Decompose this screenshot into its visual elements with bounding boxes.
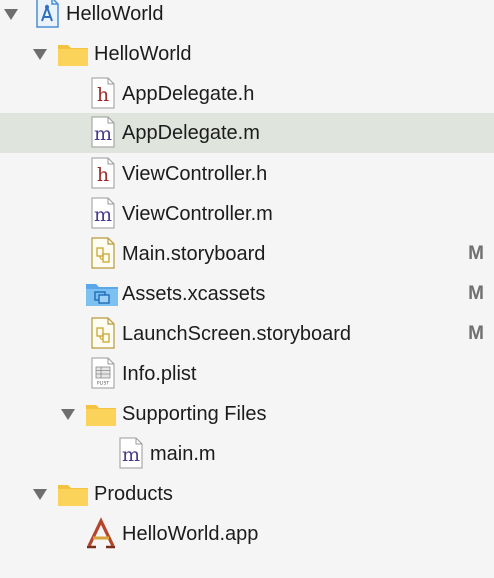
tree-row-file[interactable]: m main.m [0,434,494,474]
project-navigator: HelloWorld HelloWorld h AppDelegate.h m … [0,0,494,578]
tree-row-project[interactable]: HelloWorld [0,0,494,34]
file-label: AppDelegate.h [122,83,255,105]
product-label: HelloWorld.app [122,523,259,545]
header-file-icon: h [86,76,120,110]
scm-status-badge: M [468,243,484,264]
file-label: ViewController.m [122,203,273,225]
file-label: Info.plist [122,363,197,385]
tree-row-product[interactable]: HelloWorld.app [0,514,494,554]
file-label: LaunchScreen.storyboard [122,323,352,345]
tree-row-file[interactable]: LaunchScreen.storyboard M [0,314,494,354]
tree-row-file[interactable]: PLIST Info.plist [0,354,494,394]
tree-row-file[interactable]: h ViewController.h [0,154,494,194]
source-file-icon: m [86,115,120,149]
tree-row-group-products[interactable]: Products [0,474,494,514]
plist-file-icon: PLIST [86,356,120,390]
tree-row-group-supporting-files[interactable]: Supporting Files [0,394,494,434]
file-label: main.m [150,443,216,465]
folder-icon [56,476,90,510]
file-label: AppDelegate.m [122,122,260,144]
file-label: ViewController.h [122,163,268,185]
tree-row-file-selected[interactable]: m AppDelegate.m [0,113,494,153]
app-product-icon [84,516,118,550]
scm-status-badge: M [468,283,484,304]
xcode-project-icon [30,0,64,30]
tree-row-group-helloworld[interactable]: HelloWorld [0,34,494,74]
disclosure-triangle-icon[interactable] [33,489,47,500]
tree-row-file[interactable]: m ViewController.m [0,194,494,234]
folder-icon [84,396,118,430]
storyboard-file-icon [86,236,120,270]
scm-status-badge: M [468,323,484,344]
project-label: HelloWorld [66,3,164,25]
tree-row-file[interactable]: Main.storyboard M [0,234,494,274]
tree-row-file[interactable]: Assets.xcassets M [0,274,494,314]
asset-catalog-icon [84,276,118,310]
folder-icon [56,36,90,70]
source-file-icon: m [86,196,120,230]
disclosure-triangle-icon[interactable] [33,49,47,60]
file-label: Main.storyboard [122,243,266,265]
source-file-icon: m [114,436,148,470]
disclosure-triangle-icon[interactable] [61,409,75,420]
group-label: Supporting Files [122,403,267,425]
disclosure-triangle-icon[interactable] [4,9,18,20]
svg-text:PLIST: PLIST [97,381,109,387]
tree-row-file[interactable]: h AppDelegate.h [0,74,494,114]
storyboard-file-icon [86,316,120,350]
file-label: Assets.xcassets [122,283,266,305]
group-label: HelloWorld [94,43,192,65]
group-label: Products [94,483,173,505]
header-file-icon: h [86,156,120,190]
